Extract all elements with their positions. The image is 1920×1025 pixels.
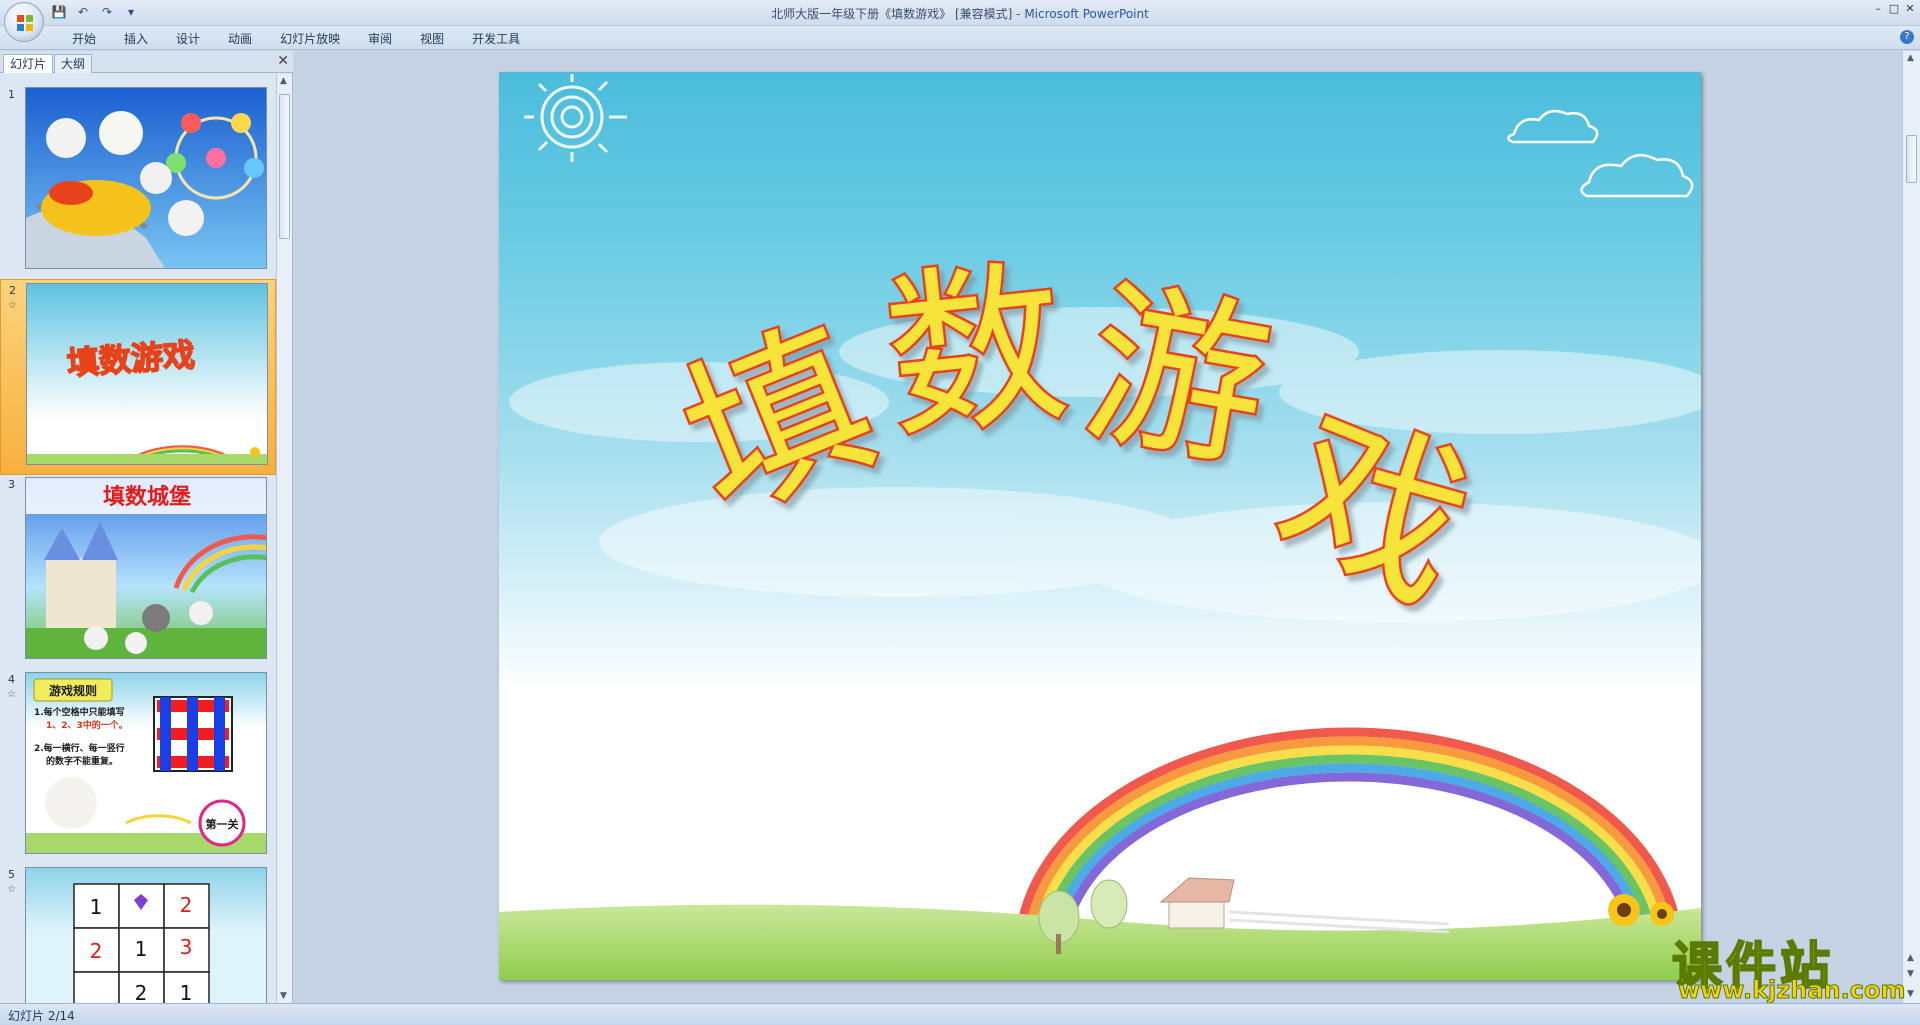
grid-cell: 3 [180, 935, 193, 959]
tab-insert[interactable]: 插入 [110, 30, 162, 48]
tab-home[interactable]: 开始 [58, 30, 110, 48]
window-controls: – □ ✕ [1872, 2, 1916, 15]
rule-1-b: 1、2、3中的一个。 [46, 719, 128, 731]
app-name: Microsoft PowerPoint [1024, 7, 1149, 21]
scrollbar-thumb[interactable] [279, 94, 290, 239]
scroll-down-icon[interactable]: ▼ [1907, 989, 1914, 999]
slide-title-wordart[interactable]: 填 数 游 戏 [499, 72, 1701, 672]
rule-2-b: 的数字不能重复。 [46, 755, 118, 767]
rule-2-a: 2.每一横行、每一竖行 [34, 742, 125, 754]
watermark-url: www.kjzhan.com [1677, 976, 1906, 1005]
tab-view[interactable]: 视图 [406, 30, 458, 48]
scrollbar-thumb[interactable] [1906, 135, 1917, 183]
slide-number: 1 [8, 88, 15, 101]
grid-cell: 2 [135, 981, 148, 1003]
animation-star-icon: ☆ [7, 689, 16, 700]
grid-cell: 1 [180, 981, 193, 1003]
grid-cell: 1 [90, 895, 103, 919]
thumbnail-image: 游戏规则 1.每个空格中只能填写 1、2、3中的一个。 2.每一横行、每一竖行 … [25, 672, 267, 854]
status-bar: 幻灯片 2/14 [0, 1003, 1920, 1025]
level-badge: 第一关 [206, 817, 239, 831]
tab-animations[interactable]: 动画 [214, 30, 266, 48]
office-logo-icon [17, 15, 33, 31]
grid-cell: 2 [180, 893, 193, 917]
scroll-down-icon[interactable]: ▼ [280, 991, 287, 1001]
title-char-1: 填 [657, 292, 900, 551]
title-bar: 💾 ↶ ↷ ▾ 北师大版一年级下册《填数游戏》 [兼容模式] - Microso… [0, 0, 1920, 42]
slide-thumbnail-1[interactable]: 1 [0, 84, 276, 280]
thumbnail-image [25, 87, 267, 269]
help-icon[interactable]: ? [1900, 30, 1914, 44]
slide-number: 5 [8, 868, 15, 881]
pane-tabs: 幻灯片 大纲 ✕ [0, 51, 293, 73]
slide-indicator: 幻灯片 2/14 [8, 1009, 75, 1023]
title-char-2: 数 [877, 239, 1076, 463]
tab-developer[interactable]: 开发工具 [458, 30, 534, 48]
rules-title: 游戏规则 [49, 683, 97, 698]
title-char-4: 戏 [1253, 379, 1496, 638]
thumbnail-title: 填数城堡 [103, 484, 191, 510]
grid-cell: 2 [90, 939, 103, 963]
minimize-icon[interactable]: – [1872, 2, 1884, 15]
slide-thumbnail-4[interactable]: 4 ☆ 游戏规则 1.每个空格中只能填写 1、2、3中的一个。 2.每一横行、每… [0, 669, 276, 865]
tab-slides[interactable]: 幻灯片 [3, 54, 54, 73]
tab-outline[interactable]: 大纲 [54, 54, 93, 73]
current-slide[interactable]: 填 数 游 戏 [499, 72, 1701, 980]
tab-slideshow[interactable]: 幻灯片放映 [266, 30, 354, 48]
previous-slide-icon[interactable]: ▲ [1907, 953, 1914, 963]
scroll-up-icon[interactable]: ▲ [1907, 53, 1914, 63]
restore-icon[interactable]: □ [1888, 2, 1900, 15]
animation-star-icon: ☆ [7, 884, 16, 895]
thumbnail-list: 1 2 ☆ 填数游戏 3 填数城堡 4 ☆ 游戏规则 1.每个空格中只能填写 1… [0, 74, 276, 1003]
pane-close-icon[interactable]: ✕ [277, 53, 289, 69]
thumbnail-image: 填数游戏 [26, 283, 268, 465]
office-button[interactable] [4, 2, 44, 42]
ribbon: 开始 插入 设计 动画 幻灯片放映 审阅 视图 开发工具 ? [0, 26, 1920, 50]
thumbnail-image: 填数城堡 [25, 477, 267, 659]
document-title: 北师大版一年级下册《填数游戏》 [兼容模式] - [771, 7, 1025, 21]
slides-pane: 幻灯片 大纲 ✕ 1 2 ☆ 填数游戏 3 填数城堡 4 ☆ 游戏规则 1.每个… [0, 51, 293, 1003]
rule-1-a: 1.每个空格中只能填写 [34, 706, 125, 718]
slide-thumbnail-2[interactable]: 2 ☆ 填数游戏 [0, 279, 276, 475]
grid-cell: 1 [135, 937, 148, 961]
tab-design[interactable]: 设计 [162, 30, 214, 48]
slide-thumbnail-5[interactable]: 5 ☆ 1 2 2 1 3 2 1 [0, 864, 276, 1003]
close-icon[interactable]: ✕ [1904, 2, 1916, 15]
site-watermark: 课件站 www.kjzhan.com [1671, 926, 1906, 1005]
slide-number: 3 [8, 478, 15, 491]
slide-number: 2 [9, 284, 16, 297]
thumbnail-image: 1 2 2 1 3 2 1 [25, 867, 267, 1003]
scroll-up-icon[interactable]: ▲ [280, 76, 287, 86]
slide-scrollbar[interactable]: ▲ ▲ ▼ ▼ [1902, 51, 1920, 1003]
slide-number: 4 [8, 673, 15, 686]
ribbon-tabs: 开始 插入 设计 动画 幻灯片放映 审阅 视图 开发工具 [58, 30, 534, 48]
title-char-3: 游 [1072, 260, 1283, 495]
thumbnail-scrollbar[interactable]: ▲ ▼ [276, 74, 292, 1003]
next-slide-icon[interactable]: ▼ [1907, 969, 1914, 979]
slide-thumbnail-3[interactable]: 3 填数城堡 [0, 474, 276, 670]
window-title: 北师大版一年级下册《填数游戏》 [兼容模式] - Microsoft Power… [0, 5, 1920, 22]
tab-review[interactable]: 审阅 [354, 30, 406, 48]
animation-star-icon: ☆ [8, 300, 17, 311]
